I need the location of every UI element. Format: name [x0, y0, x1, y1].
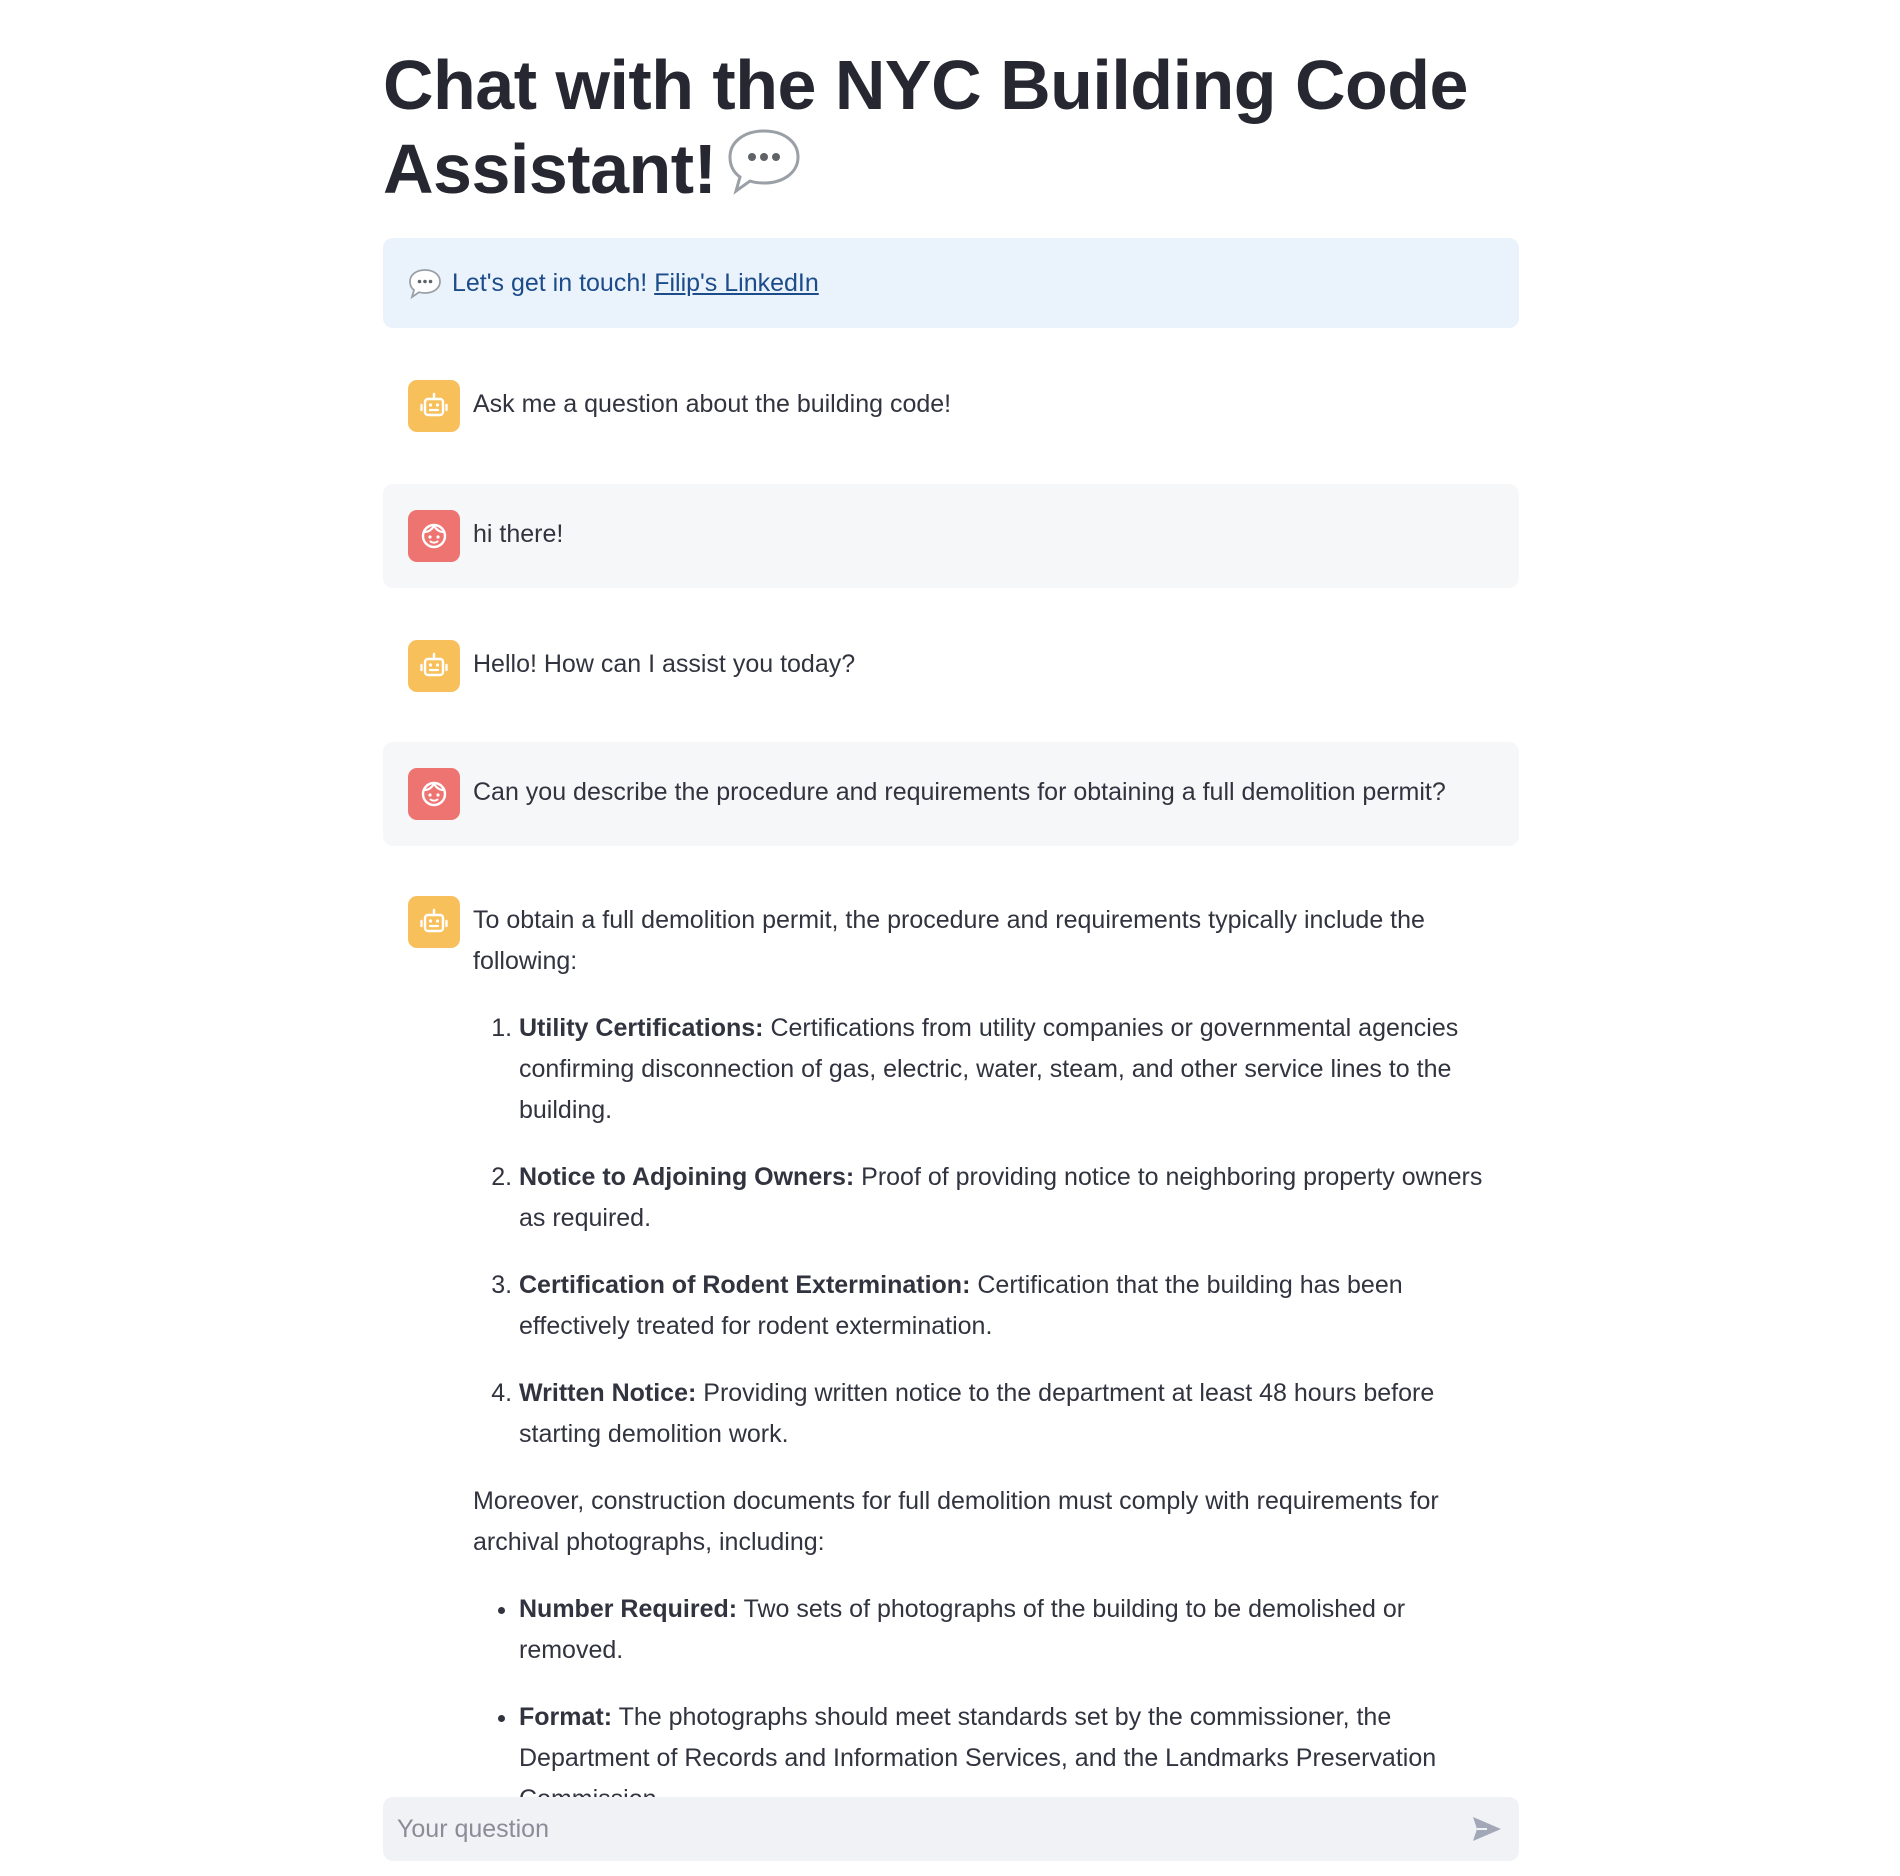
- user-avatar: [408, 768, 460, 820]
- send-icon: [1473, 1817, 1501, 1841]
- page-title: Chat with the NYC Building Code Assistan…: [383, 0, 1519, 211]
- list-item-title: Notice to Adjoining Owners:: [519, 1163, 855, 1191]
- page-title-text: Chat with the NYC Building Code Assistan…: [383, 46, 1468, 208]
- chat-input-bar: [383, 1796, 1519, 1862]
- speech-balloon-icon: [409, 269, 441, 299]
- user-avatar: [408, 510, 460, 562]
- robot-icon: [420, 908, 448, 933]
- message-text: Ask me a question about the building cod…: [473, 390, 952, 418]
- question-input[interactable]: [383, 1796, 1455, 1862]
- face-icon: [421, 781, 447, 807]
- robot-icon: [420, 392, 448, 417]
- list-item: Certification of Rodent Extermination: C…: [519, 1265, 1503, 1347]
- speech-balloon-icon: [728, 129, 800, 195]
- info-text: Let's get in touch!: [452, 268, 648, 297]
- assistant-avatar: [408, 380, 460, 432]
- list-item-title: Utility Certifications:: [519, 1014, 764, 1042]
- message-text: Can you describe the procedure and requi…: [473, 778, 1446, 806]
- list-item-title: Format:: [519, 1703, 613, 1731]
- send-button[interactable]: [1455, 1797, 1519, 1861]
- robot-icon: [420, 652, 448, 677]
- info-alert: Let's get in touch! Filip's LinkedIn: [383, 238, 1519, 328]
- answer-intro: To obtain a full demolition permit, the …: [473, 906, 1425, 975]
- list-item: Number Required: Two sets of photographs…: [519, 1589, 1503, 1671]
- main-content: Chat with the NYC Building Code Assistan…: [383, 0, 1519, 1813]
- chat-message-user: hi there!: [383, 484, 1519, 588]
- list-item-title: Written Notice:: [519, 1379, 697, 1407]
- list-item: Utility Certifications: Certifications f…: [519, 1008, 1503, 1131]
- chat-message-user: Can you describe the procedure and requi…: [383, 742, 1519, 846]
- assistant-avatar: [408, 640, 460, 692]
- list-item: Written Notice: Providing written notice…: [519, 1373, 1503, 1455]
- linkedin-link[interactable]: Filip's LinkedIn: [654, 269, 819, 298]
- chat-message-assistant: Hello! How can I assist you today?: [383, 624, 1519, 708]
- chat-message-assistant: Ask me a question about the building cod…: [383, 366, 1519, 450]
- message-text: To obtain a full demolition permit, the …: [473, 896, 1503, 1820]
- photo-requirements-list: Number Required: Two sets of photographs…: [473, 1589, 1503, 1820]
- list-item-title: Certification of Rodent Extermination:: [519, 1271, 971, 1299]
- list-item: Notice to Adjoining Owners: Proof of pro…: [519, 1157, 1503, 1239]
- answer-middle: Moreover, construction documents for ful…: [473, 1487, 1439, 1556]
- list-item-title: Number Required:: [519, 1595, 738, 1623]
- face-icon: [421, 523, 447, 549]
- message-text: Hello! How can I assist you today?: [473, 650, 856, 678]
- assistant-avatar: [408, 896, 460, 948]
- requirements-list: Utility Certifications: Certifications f…: [473, 1008, 1503, 1455]
- chat-message-assistant: To obtain a full demolition permit, the …: [383, 882, 1519, 1820]
- message-text: hi there!: [473, 520, 564, 548]
